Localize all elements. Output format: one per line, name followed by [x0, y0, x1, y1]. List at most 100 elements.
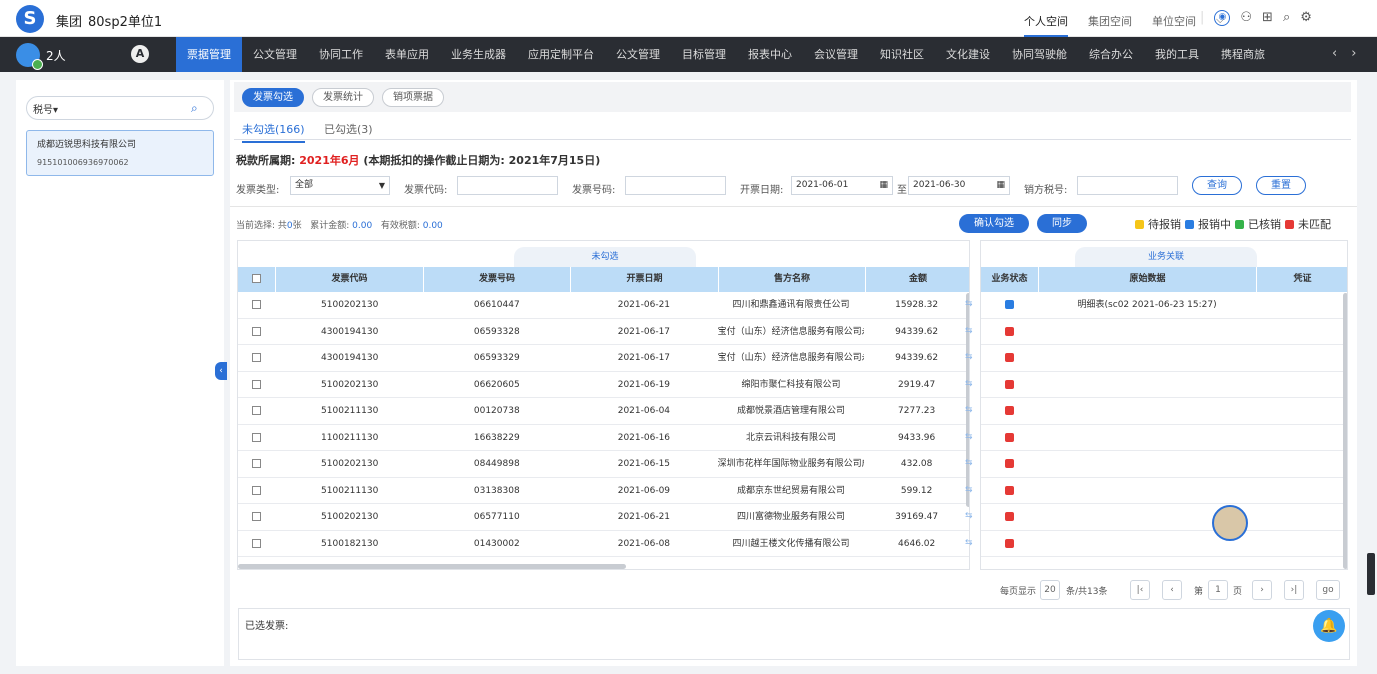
table-row[interactable] [981, 345, 1347, 372]
col-biz-status[interactable]: 业务状态 [981, 267, 1039, 292]
table-row[interactable] [981, 319, 1347, 345]
space-group[interactable]: 集团空间 [1088, 13, 1132, 37]
invoice-code-input[interactable] [457, 176, 558, 195]
next-page-button[interactable]: › [1252, 580, 1272, 600]
search-field-select[interactable]: 税号▾ [27, 101, 67, 116]
col-raw-data[interactable]: 原始数据 [1039, 267, 1257, 292]
nav-item-app-platform[interactable]: 应用定制平台 [517, 37, 605, 72]
calendar-icon[interactable]: ▦ [879, 177, 888, 194]
link-icon[interactable]: ⇆ [965, 379, 973, 389]
cell-raw-data[interactable] [1039, 398, 1256, 424]
nav-item-cockpit[interactable]: 协同驾驶舱 [1001, 37, 1078, 72]
invoice-no-input[interactable] [625, 176, 726, 195]
app-badge-icon[interactable]: A [131, 45, 149, 63]
tab-output-invoice[interactable]: 销项票据 [382, 88, 444, 107]
link-icon[interactable]: ⇆ [965, 352, 973, 362]
go-button[interactable]: go [1316, 580, 1340, 600]
last-page-button[interactable]: ›| [1284, 580, 1304, 600]
tab-invoice-select[interactable]: 发票勾选 [242, 88, 304, 107]
collapse-panel-icon[interactable]: ‹ [215, 362, 227, 380]
seller-tax-input[interactable] [1077, 176, 1178, 195]
table-row[interactable]: 5100202130 06620605 2021-06-19 绵阳市聚仁科技有限公司 2… [238, 372, 969, 398]
link-icon[interactable]: ⇆ [965, 432, 973, 442]
cell-raw-data[interactable] [1039, 345, 1256, 371]
nav-item-reports[interactable]: 报表中心 [737, 37, 803, 72]
col-voucher[interactable]: 凭证 [1257, 267, 1347, 292]
table-row[interactable]: 5100211130 00120738 2021-06-04 成都悦景酒店管理有限公司… [238, 398, 969, 425]
row-checkbox[interactable] [252, 353, 262, 362]
page-input[interactable]: 1 [1208, 580, 1228, 600]
chevron-right-icon[interactable]: › [1351, 46, 1356, 61]
table-row[interactable]: 5100182130 01430002 2021-06-08 四川越王楼文化传播有限公… [238, 531, 969, 557]
nav-item-knowledge[interactable]: 知识社区 [869, 37, 935, 72]
tab-selected[interactable]: 已勾选(3) [324, 121, 373, 137]
table-row[interactable]: 4300194130 06593328 2021-06-17 宝付（山东）经济信息服务… [238, 319, 969, 345]
sync-button[interactable]: 同步 [1037, 214, 1087, 233]
nav-item-goals[interactable]: 目标管理 [671, 37, 737, 72]
calendar-icon[interactable]: ▦ [996, 177, 1005, 194]
unit-name[interactable]: 80sp2单位1 [88, 11, 162, 30]
cell-raw-data[interactable] [1039, 372, 1256, 398]
table-row[interactable] [981, 478, 1347, 504]
table-row[interactable]: 明细表(sc02 2021-06-23 15:27) [981, 292, 1347, 319]
link-icon[interactable]: ⇆ [965, 485, 973, 495]
table-row[interactable] [981, 504, 1347, 531]
cell-raw-data[interactable] [1039, 478, 1256, 504]
nav-item-tools[interactable]: 我的工具 [1144, 37, 1210, 72]
table-row[interactable]: 5100202130 08449898 2021-06-15 深圳市花样年国际物业服务… [238, 451, 969, 478]
table-row[interactable]: 1100211130 16638229 2021-06-16 北京云讯科技有限公司 94… [238, 425, 969, 451]
user-info[interactable]: 2人 [16, 43, 66, 70]
company-item[interactable]: 成都迈锐思科技有限公司 915101006936970062 [26, 130, 214, 176]
table-row[interactable]: 5100211130 03138308 2021-06-09 成都京东世纪贸易有限公司… [238, 478, 969, 504]
row-checkbox[interactable] [252, 300, 262, 309]
table-row[interactable]: 4300194130 06593329 2021-06-17 宝付（山东）经济信息服务… [238, 345, 969, 372]
nav-item-meetings[interactable]: 会议管理 [803, 37, 869, 72]
row-checkbox[interactable] [252, 326, 262, 336]
tab-unselected[interactable]: 未勾选(166) [242, 121, 305, 143]
nav-item-form[interactable]: 表单应用 [374, 37, 440, 72]
nav-item-collab[interactable]: 协同工作 [308, 37, 374, 72]
date-from-input[interactable]: 2021-06-01 ▦ [791, 176, 893, 195]
table-row[interactable]: 5100202130 06577110 2021-06-21 四川富德物业服务有限公司… [238, 504, 969, 531]
row-checkbox[interactable] [252, 432, 262, 442]
cell-raw-data[interactable] [1039, 425, 1256, 451]
cell-raw-data[interactable] [1039, 451, 1256, 477]
tab-invoice-stats[interactable]: 发票统计 [312, 88, 374, 107]
table-row[interactable] [981, 372, 1347, 398]
table-row[interactable] [981, 531, 1347, 557]
nav-item-culture[interactable]: 文化建设 [935, 37, 1001, 72]
select-all-checkbox[interactable] [252, 274, 261, 283]
row-checkbox[interactable] [252, 459, 262, 468]
avatar[interactable] [16, 43, 43, 70]
company-search-input[interactable] [67, 98, 187, 118]
settings-icon[interactable]: ⚙ [1300, 10, 1312, 26]
side-handle[interactable] [1367, 553, 1375, 595]
cell-raw-data[interactable] [1039, 319, 1256, 345]
date-to-input[interactable]: 2021-06-30 ▦ [908, 176, 1010, 195]
query-button[interactable]: 查询 [1192, 176, 1242, 195]
col-invoice-code[interactable]: 发票代码 [276, 267, 424, 292]
per-page-select[interactable]: 20 [1040, 580, 1060, 600]
assistant-avatar[interactable] [1212, 505, 1248, 541]
row-checkbox[interactable] [252, 379, 262, 389]
link-icon[interactable]: ⇆ [965, 511, 973, 521]
table-row[interactable]: 5100202130 06610447 2021-06-21 四川和鼎鑫通讯有限责任公… [238, 292, 969, 319]
table-row[interactable] [981, 451, 1347, 478]
col-seller-name[interactable]: 售方名称 [719, 267, 866, 292]
nav-item-document[interactable]: 公文管理 [242, 37, 308, 72]
org-icon[interactable]: ◉ [1214, 10, 1231, 26]
row-checkbox[interactable] [252, 512, 262, 521]
nav-item-office[interactable]: 综合办公 [1078, 37, 1144, 72]
org-name[interactable]: 集团 [56, 11, 82, 30]
table-row[interactable] [981, 425, 1347, 451]
nav-item-document-2[interactable]: 公文管理 [605, 37, 671, 72]
search-icon[interactable]: ⌕ [191, 101, 198, 116]
table-row[interactable] [981, 398, 1347, 425]
invoice-type-select[interactable]: 全部 ▼ [290, 176, 390, 195]
col-invoice-no[interactable]: 发票号码 [424, 267, 571, 292]
bell-icon[interactable]: 🔔 [1313, 610, 1345, 642]
search-icon[interactable]: ⌕ [1283, 10, 1290, 26]
prev-page-button[interactable]: ‹ [1162, 580, 1182, 600]
chevron-left-icon[interactable]: ‹ [1332, 46, 1337, 61]
col-amount[interactable]: 金额 [866, 267, 969, 292]
